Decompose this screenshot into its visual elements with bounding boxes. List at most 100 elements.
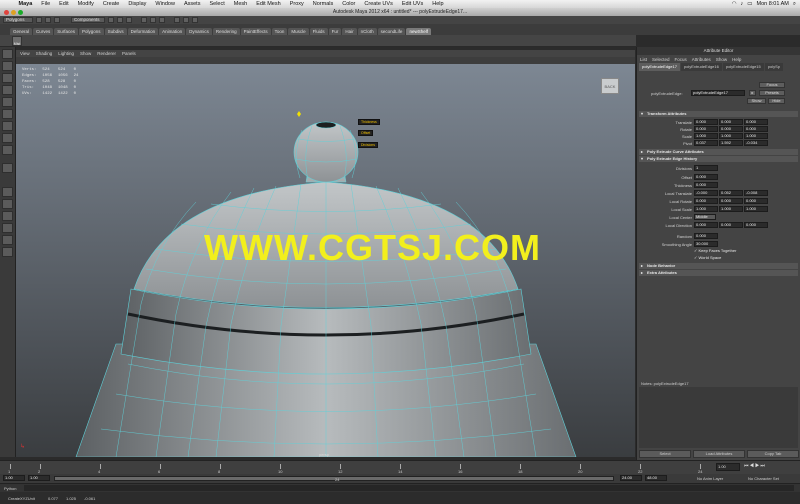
local-rotate-x-field[interactable]: 0.000 — [694, 198, 718, 204]
ae-menu-help[interactable]: Help — [732, 57, 741, 62]
playback-start-field[interactable]: 1.00 — [28, 475, 50, 481]
ae-menu-attributes[interactable]: Attributes — [692, 57, 711, 62]
menu-select[interactable]: Select — [205, 1, 229, 7]
animation-end-field[interactable]: 48.00 — [645, 475, 667, 481]
spotlight-icon[interactable]: ⌕ — [793, 1, 796, 8]
load-attributes-button[interactable]: Load Attributes — [693, 450, 745, 458]
clock[interactable]: Mon 8:01 AM — [756, 1, 788, 7]
anim-layer-dropdown[interactable]: No Anim Layer — [697, 476, 723, 481]
local-center-dropdown[interactable]: Middle — [694, 214, 716, 220]
minimize-icon[interactable] — [11, 9, 16, 15]
viewport-icon-bar[interactable] — [16, 57, 635, 64]
local-direction-y-field[interactable]: 0.000 — [719, 222, 743, 228]
manip-tag-divisions[interactable]: Divisions — [358, 142, 379, 148]
menu-assets[interactable]: Assets — [179, 1, 205, 7]
universal-manip-icon[interactable] — [2, 121, 13, 131]
viewport-menu-panels[interactable]: Panels — [122, 51, 136, 56]
playback-controls[interactable]: ⏮◀▶⏭ — [744, 463, 766, 469]
four-pane-layout-icon[interactable] — [2, 199, 13, 209]
menu-edit-uvs[interactable]: Edit UVs — [397, 1, 427, 7]
selection-mode-field[interactable]: Components — [71, 17, 105, 23]
shelf-tab-fur[interactable]: Fur — [328, 28, 342, 35]
local-scale-y-field[interactable]: 1.000 — [719, 206, 743, 212]
character-set-dropdown[interactable]: No Character Set — [748, 476, 779, 481]
local-rotate-y-field[interactable]: 0.000 — [719, 198, 743, 204]
local-rotate-z-field[interactable]: 0.000 — [744, 198, 768, 204]
rotate-tool-icon[interactable] — [2, 97, 13, 107]
snap-curve-icon[interactable] — [150, 17, 156, 23]
current-time-field[interactable]: 1.00 — [716, 463, 740, 471]
shelf-tab-newshelf[interactable]: newShelf — [406, 28, 431, 35]
section-curve-attributes[interactable]: Poly Extrude Curve Attributes — [639, 149, 798, 155]
select-tool-icon[interactable] — [2, 49, 13, 59]
keep-faces-checkbox[interactable]: ✓ Keep Faces Together — [694, 248, 736, 253]
time-slider[interactable]: 1 2 4 6 8 10 12 14 16 18 20 22 24 1.00 ⏮◀▶⏭ — [0, 460, 800, 474]
render-settings-icon[interactable] — [192, 17, 198, 23]
mist-shelf-button[interactable]: Mist — [12, 36, 22, 46]
offset-field[interactable]: 0.000 — [694, 174, 718, 180]
render-icon[interactable] — [174, 17, 180, 23]
hypershade-layout-icon[interactable] — [2, 247, 13, 257]
ae-menu-show[interactable]: Show — [716, 57, 727, 62]
ipr-render-icon[interactable] — [183, 17, 189, 23]
menu-app[interactable]: Maya — [14, 1, 37, 7]
scale-z-field[interactable]: 1.000 — [744, 133, 768, 139]
ae-tab-polyextrudeedge15[interactable]: polyExtrudeEdge15 — [722, 63, 764, 71]
select-by-object-icon[interactable] — [117, 17, 123, 23]
persp-graph-layout-icon[interactable] — [2, 235, 13, 245]
move-tool-icon[interactable] — [2, 85, 13, 95]
menu-create-uvs[interactable]: Create UVs — [360, 1, 397, 7]
random-field[interactable]: 0.000 — [694, 233, 718, 239]
shelf-tab-muscle[interactable]: Muscle — [288, 28, 309, 35]
last-tool-icon[interactable] — [2, 163, 13, 173]
perspective-viewport[interactable]: Verts: 524 524 0 Edges: 1056 1056 24 Faces: 528… — [16, 64, 635, 457]
script-language-label[interactable]: Python — [4, 486, 16, 491]
close-icon[interactable] — [4, 9, 9, 15]
world-space-checkbox[interactable]: ✓ World Space — [694, 255, 721, 260]
shelf-tab-deformation[interactable]: Deformation — [127, 28, 159, 35]
presets-button[interactable]: Presets — [759, 90, 785, 96]
local-direction-x-field[interactable]: 0.000 — [694, 222, 718, 228]
scale-x-field[interactable]: 1.000 — [694, 133, 718, 139]
show-manip-icon[interactable] — [2, 145, 13, 155]
menu-create[interactable]: Create — [98, 1, 124, 7]
rotate-z-field[interactable]: 0.000 — [744, 126, 768, 132]
rotate-y-field[interactable]: 0.000 — [719, 126, 743, 132]
focus-arrow-icon[interactable]: ▸ — [749, 90, 756, 96]
hide-button[interactable]: Hide — [768, 98, 785, 104]
snap-point-icon[interactable] — [159, 17, 165, 23]
shelf-tab-polygons[interactable]: Polygons — [79, 28, 104, 35]
shelf-tab-subdivs[interactable]: Subdivs — [104, 28, 127, 35]
command-input[interactable] — [24, 485, 794, 491]
ae-menu-focus[interactable]: Focus — [675, 57, 687, 62]
shelf-tab-animation[interactable]: Animation — [159, 28, 186, 35]
shelf-tab-surfaces[interactable]: Surfaces — [54, 28, 79, 35]
pivot-x-field[interactable]: 0.037 — [694, 140, 718, 146]
menu-display[interactable]: Display — [124, 1, 151, 7]
thickness-field[interactable]: 0.000 — [694, 182, 718, 188]
pivot-z-field[interactable]: -0.034 — [744, 140, 768, 146]
viewport-menu-renderer[interactable]: Renderer — [97, 51, 116, 56]
ae-tab-polysp[interactable]: polySp — [764, 63, 783, 71]
ae-menu-selected[interactable]: Selected — [652, 57, 670, 62]
menu-edit-mesh[interactable]: Edit Mesh — [252, 1, 285, 7]
divisions-field[interactable]: 1 — [694, 165, 718, 171]
battery-icon[interactable]: ▭ — [747, 1, 752, 7]
menu-help[interactable]: Help — [428, 1, 448, 7]
ae-tab-polyextrudeedge16[interactable]: polyExtrudeEdge16 — [680, 63, 722, 71]
pivot-y-field[interactable]: 1.592 — [719, 140, 743, 146]
shelf-tab-dynamics[interactable]: Dynamics — [186, 28, 212, 35]
local-direction-z-field[interactable]: 0.000 — [744, 222, 768, 228]
local-scale-z-field[interactable]: 1.000 — [744, 206, 768, 212]
menu-file[interactable]: File — [37, 1, 55, 7]
menu-modify[interactable]: Modify — [73, 1, 98, 7]
section-extrude-edge-history[interactable]: Poly Extrude Edge History — [639, 156, 798, 162]
shelf-tab-toon[interactable]: Toon — [271, 28, 288, 35]
zoom-icon[interactable] — [18, 9, 23, 15]
volume-icon[interactable]: ♪ — [741, 1, 744, 7]
ae-tab-polyextrudeedge17[interactable]: polyExtrudeEdge17 — [639, 63, 680, 71]
viewport-menu-show[interactable]: Show — [80, 51, 91, 56]
select-button[interactable]: Select — [639, 450, 691, 458]
shelf-tab-curves[interactable]: Curves — [33, 28, 54, 35]
paint-select-tool-icon[interactable] — [2, 73, 13, 83]
